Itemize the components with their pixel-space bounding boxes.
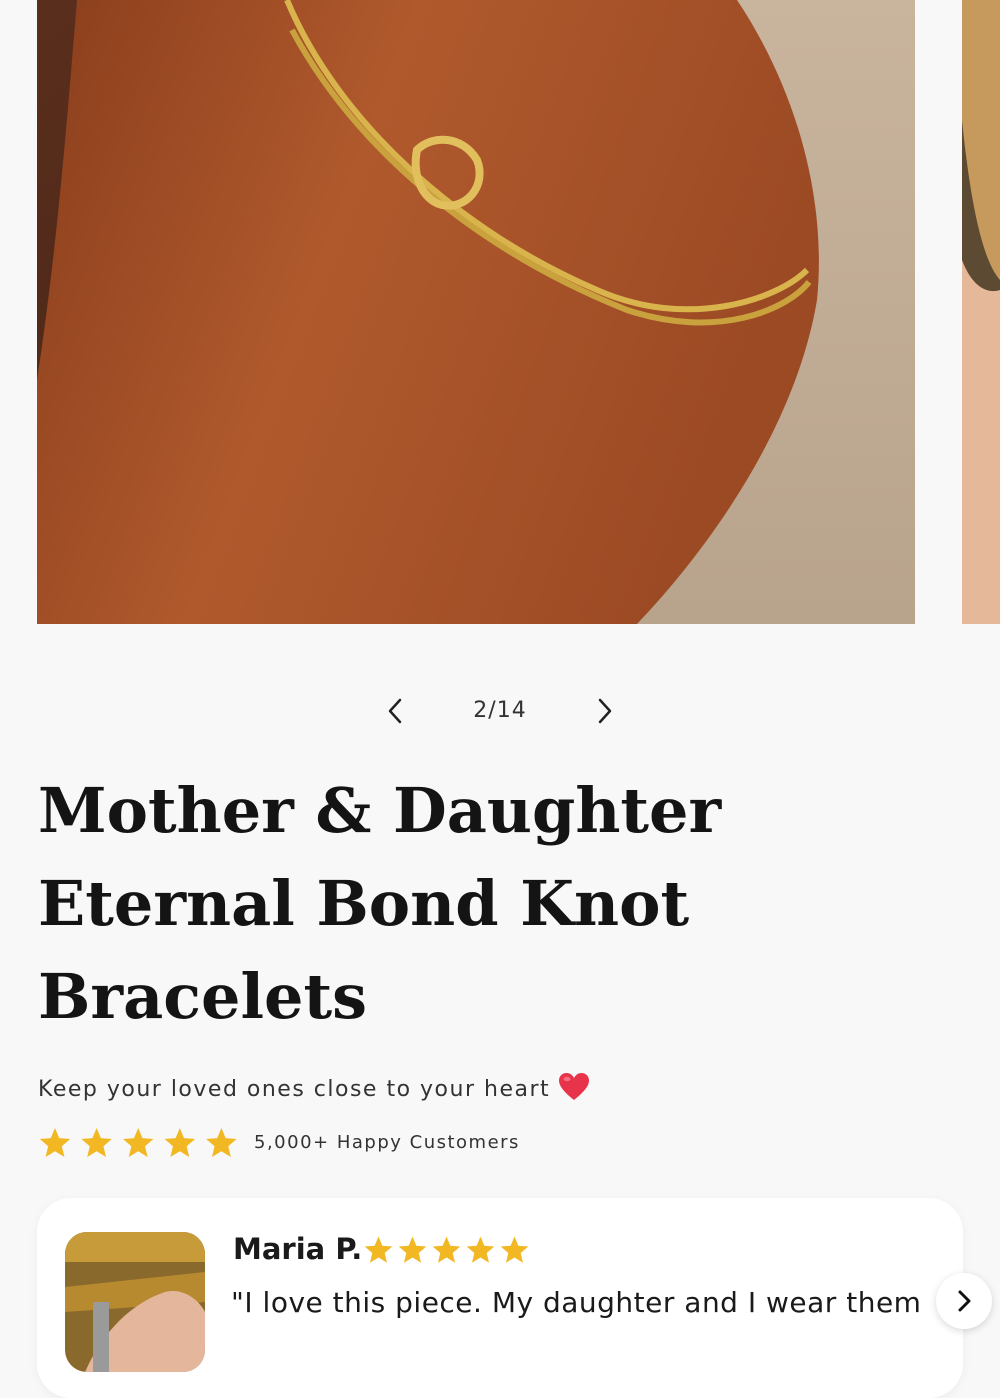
gallery-prev-button[interactable] [378, 690, 414, 734]
star-icon [122, 1128, 154, 1157]
product-title: Mother & Daughter Eternal Bond Knot Brac… [38, 774, 722, 1033]
chevron-right-icon [958, 1290, 971, 1312]
star-icon [500, 1236, 529, 1263]
star-icon [206, 1128, 237, 1157]
star-icon [164, 1128, 196, 1157]
customers-count: 5,000+ Happy Customers [254, 1132, 520, 1153]
reviewer-photo [65, 1232, 205, 1372]
rating-stars [39, 1128, 237, 1157]
tagline-text: Keep your loved ones close to your heart [38, 1077, 551, 1102]
chevron-right-icon [598, 698, 612, 724]
gallery-pager: 2/14 [0, 690, 1000, 734]
product-image-main[interactable] [37, 0, 915, 624]
star-icon [81, 1128, 112, 1157]
review-card: Maria P. "I love this piece. My daughter… [37, 1198, 963, 1398]
review-quote: "I love this piece. My daughter and I we… [231, 1286, 922, 1319]
star-icon [432, 1236, 461, 1263]
star-icon [466, 1236, 495, 1263]
star-icon [364, 1236, 393, 1263]
chevron-left-icon [388, 698, 402, 724]
star-icon [39, 1128, 71, 1157]
review-stars [364, 1236, 529, 1263]
product-image-next-peek[interactable] [962, 0, 1000, 624]
product-gallery [0, 0, 1000, 625]
gallery-next-button[interactable] [586, 690, 622, 734]
reviewer-name: Maria P. [233, 1232, 363, 1266]
star-icon [398, 1236, 427, 1263]
heart-icon [558, 1072, 590, 1108]
review-next-button[interactable] [936, 1273, 992, 1329]
product-tagline: Keep your loved ones close to your heart [38, 1072, 590, 1108]
gallery-counter: 2/14 [473, 698, 527, 723]
